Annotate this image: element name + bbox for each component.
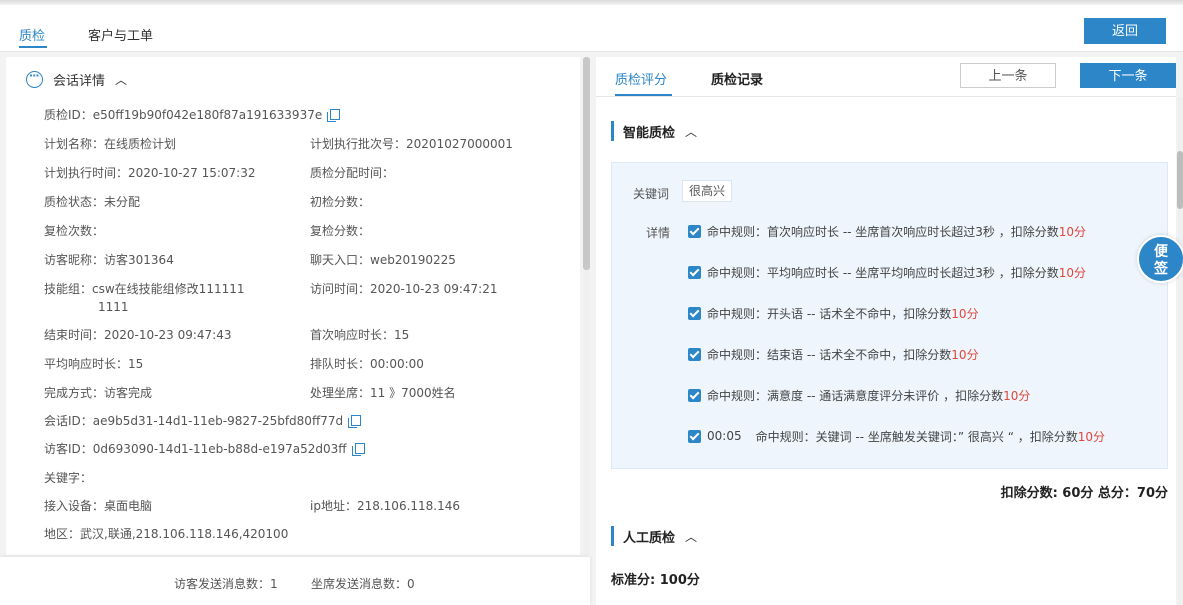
top-tab-bar: 质检 客户与工单 返回 — [0, 5, 1183, 52]
tab-quality-records[interactable]: 质检记录 — [711, 69, 763, 88]
rule-item: 命中规则：结束语 -- 话术全不命中，扣除分数 10分 — [688, 346, 979, 362]
sticky-note-label-2: 签 — [1154, 261, 1168, 277]
session-detail-header[interactable]: 会话详情 ︿ — [26, 69, 127, 89]
deduct-score: 10分 — [1058, 224, 1087, 239]
deduct-score: 10分 — [951, 347, 979, 362]
copy-icon[interactable] — [327, 109, 341, 122]
ai-qc-box: 关键词 很高兴 详情 命中规则：首次响应时长 -- 坐席首次响应时长超过3秒 ，… — [611, 162, 1168, 469]
tab-quality-score[interactable]: 质检评分 — [615, 69, 667, 88]
rule-item: 命中规则：平均响应时长 -- 坐席平均响应时长超过3秒 ，扣除分数 10分 — [688, 264, 1086, 280]
left-scrollbar[interactable] — [583, 57, 590, 555]
first-response-field: 首次响应时长：15 — [310, 328, 410, 342]
checkbox-checked-icon[interactable] — [688, 224, 701, 238]
chat-entry-field: 聊天入口：web20190225 — [310, 253, 456, 267]
back-button[interactable]: 返回 — [1084, 18, 1166, 44]
sticky-note-label-1: 便 — [1154, 244, 1168, 260]
rule-item: 00:05 命中规则：关键词 -- 坐席触发关键词：” 很高兴 “ ，扣除分数 … — [688, 428, 1105, 444]
sticky-note-button[interactable]: 便 签 — [1137, 235, 1183, 283]
tab-customer-ticket[interactable]: 客户与工单 — [88, 25, 153, 44]
plan-batch-field: 计划执行批次号：20201027000001 — [310, 137, 513, 151]
manual-qc-section-header[interactable]: 人工质检 ︿ — [611, 526, 697, 546]
chevron-up-icon[interactable]: ︿ — [685, 528, 697, 545]
keyword-label: 关键词 — [633, 187, 670, 201]
keyword-tag: 很高兴 — [682, 180, 733, 202]
right-scrollbar-thumb[interactable] — [1177, 151, 1183, 209]
copy-icon[interactable] — [351, 443, 365, 456]
session-id-field: 会话ID：ae9b5d31-14d1-11eb-9827-25bfd80ff77… — [44, 414, 362, 428]
active-tab-indicator — [19, 46, 47, 48]
detail-label: 详情 — [646, 226, 671, 240]
recheck-score-field: 复检分数： — [310, 224, 371, 238]
rule-item: 命中规则：满意度 -- 通话满意度评分未评价 ，扣除分数 10分 — [688, 387, 1030, 403]
deduct-score: 10分 — [1003, 388, 1031, 403]
end-time-field: 结束时间：2020-10-23 09:47:43 — [44, 328, 232, 342]
checkbox-checked-icon[interactable] — [688, 429, 701, 443]
score-totals: 扣除分数: 60分 总分：70分 — [1000, 486, 1168, 501]
chat-bubble-icon — [26, 69, 43, 88]
visitor-nick-field: 访客昵称：访客301364 — [44, 253, 174, 267]
manual-qc-title: 人工质检 — [623, 530, 676, 546]
plan-name-field: 计划名称：在线质检计划 — [44, 137, 177, 151]
checkbox-checked-icon[interactable] — [688, 306, 701, 320]
finish-way-field: 完成方式：访客完成 — [44, 386, 153, 400]
keywords-field: 关键字： — [44, 471, 93, 485]
deduct-score: 10分 — [951, 306, 979, 321]
ai-qc-section-header[interactable]: 智能质检 ︿ — [611, 121, 697, 141]
previous-button[interactable]: 上一条 — [960, 63, 1056, 88]
standard-score: 标准分: 100分 — [611, 573, 700, 588]
init-score-field: 初检分数： — [310, 195, 371, 209]
chevron-up-icon[interactable]: ︿ — [685, 123, 697, 140]
skill-group-field-line2: 1111 — [98, 300, 129, 314]
message-count-footer: 访客发送消息数：1 坐席发送消息数：0 — [0, 557, 590, 605]
copy-icon[interactable] — [348, 415, 362, 428]
device-field: 接入设备：桌面电脑 — [44, 499, 153, 513]
deduct-score: 10分 — [1058, 265, 1087, 280]
chevron-up-icon[interactable]: ︿ — [115, 71, 127, 88]
tab-divider — [596, 96, 1176, 97]
handler-field: 处理坐席：11 》7000姓名 — [310, 386, 456, 400]
checkbox-checked-icon[interactable] — [688, 347, 701, 361]
checkbox-checked-icon[interactable] — [688, 388, 701, 402]
visitor-id-field: 访客ID：0d693090-14d1-11eb-b88d-e197a52d03f… — [44, 442, 365, 456]
skill-group-field: 技能组：csw在线技能组修改111111 — [44, 282, 245, 296]
left-scrollbar-thumb[interactable] — [583, 57, 590, 270]
visitor-message-count: 访客发送消息数：1 — [174, 577, 278, 591]
rule-timestamp: 00:05 — [707, 429, 742, 443]
checkbox-checked-icon[interactable] — [688, 265, 701, 279]
section-accent-bar — [611, 526, 614, 546]
avg-response-field: 平均响应时长：15 — [44, 357, 144, 371]
plan-time-field: 计划执行时间：2020-10-27 15:07:32 — [44, 166, 256, 180]
region-field: 地区：武汉,联通,218.106.118.146,420100 — [44, 527, 289, 541]
qc-id-value: e50ff19b90f042e180f87a191633937e — [92, 108, 323, 122]
queue-time-field: 排队时长：00:00:00 — [310, 357, 424, 371]
ai-qc-title: 智能质检 — [623, 125, 676, 141]
ip-field: ip地址：218.106.118.146 — [310, 499, 461, 513]
session-detail-panel: 会话详情 ︿ 质检ID：e50ff19b90f042e180f87a191633… — [6, 57, 580, 555]
rule-item: 命中规则：开头语 -- 话术全不命中，扣除分数 10分 — [688, 305, 979, 321]
visit-time-field: 访问时间：2020-10-23 09:47:21 — [310, 282, 498, 296]
deduct-score: 10分 — [1077, 429, 1106, 444]
right-scrollbar[interactable] — [1177, 97, 1183, 605]
qc-status-field: 质检状态：未分配 — [44, 195, 141, 209]
qc-id-field: 质检ID：e50ff19b90f042e180f87a191633937e — [44, 108, 341, 122]
recheck-count-field: 复检次数： — [44, 224, 105, 238]
section-accent-bar — [611, 121, 614, 141]
agent-message-count: 坐席发送消息数：0 — [311, 577, 415, 591]
tab-quality-check[interactable]: 质检 — [19, 25, 45, 44]
rule-item: 命中规则：首次响应时长 -- 坐席首次响应时长超过3秒 ，扣除分数 10分 — [688, 223, 1086, 239]
session-detail-title: 会话详情 — [53, 73, 106, 89]
next-button[interactable]: 下一条 — [1080, 63, 1176, 88]
quality-score-panel: 质检评分 质检记录 上一条 下一条 智能质检 ︿ 关键词 很高兴 详情 命中规则… — [596, 57, 1176, 605]
assign-time-field: 质检分配时间： — [310, 166, 395, 180]
